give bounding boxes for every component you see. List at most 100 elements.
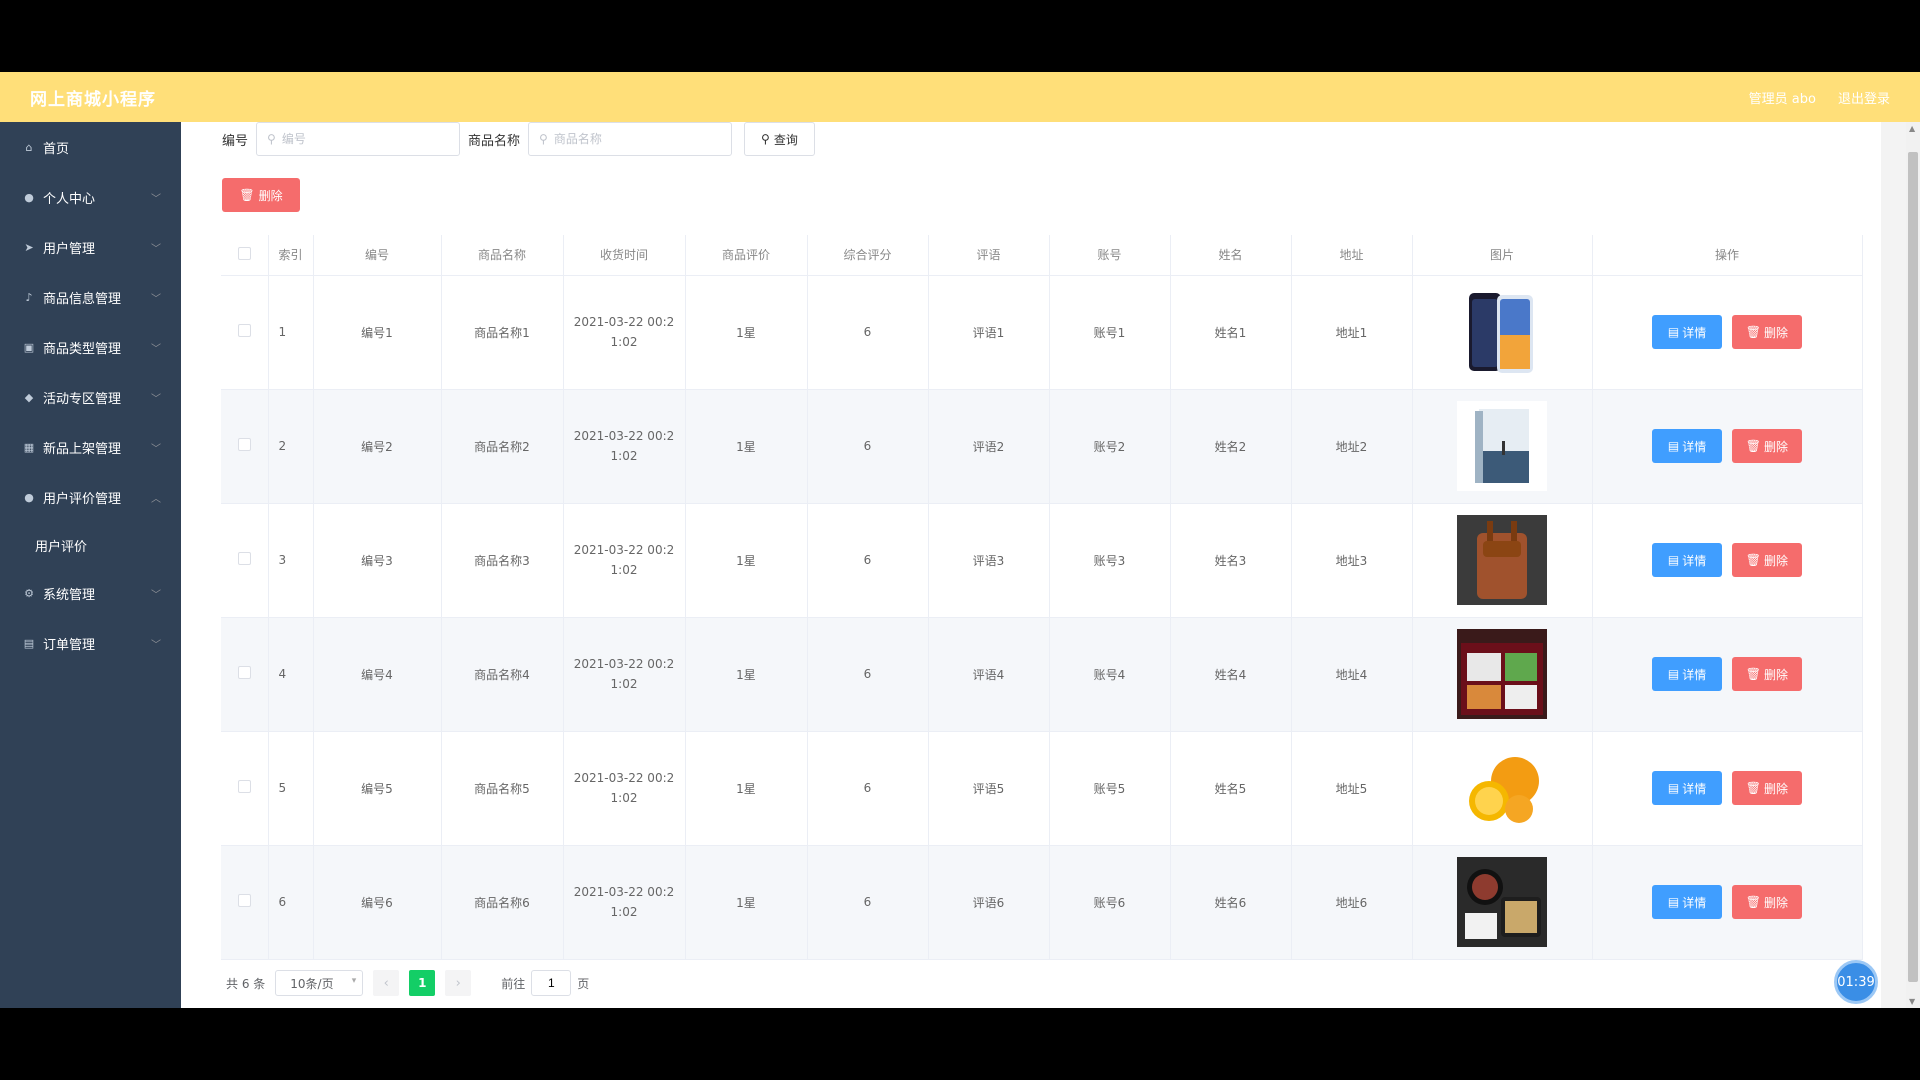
cell-rating: 1星	[685, 389, 808, 504]
settings-icon: ⚙	[24, 586, 34, 600]
query-button[interactable]: ⚲ 查询	[744, 122, 815, 156]
batch-delete-button[interactable]: 🗑 删除	[222, 178, 300, 212]
reviews-table: 索引 编号 商品名称 收货时间 商品评价 综合评分 评语 账号 姓名 地址 图片…	[221, 235, 1863, 960]
row-checkbox[interactable]	[237, 438, 251, 451]
column-header: 编号	[313, 235, 442, 276]
sidebar-item-label: 用户评价管理	[43, 491, 122, 507]
delete-button[interactable]: 🗑 删除	[1731, 543, 1802, 577]
detail-button[interactable]: ▤ 详情	[1652, 657, 1723, 691]
cell-actions: ▤ 详情 🗑 删除	[1592, 503, 1863, 618]
search-icon: ⚲	[539, 132, 548, 146]
detail-button[interactable]: ▤ 详情	[1652, 315, 1723, 349]
cell-comment: 评语6	[928, 845, 1050, 960]
detail-button[interactable]: ▤ 详情	[1652, 429, 1723, 463]
cell-image	[1412, 389, 1593, 504]
sidebar-item-label: 活动专区管理	[43, 391, 122, 407]
row-checkbox[interactable]	[237, 780, 251, 793]
page-size-select[interactable]: 10条/页 ▾	[275, 970, 364, 996]
cell-code: 编号3	[313, 503, 442, 618]
page-scrollbar[interactable]: ▲ ▼	[1906, 122, 1920, 1008]
cell-rating: 1星	[685, 731, 808, 846]
sidebar-item[interactable]: ♪ 商品信息管理 ﹀	[0, 272, 181, 322]
delete-button[interactable]: 🗑 删除	[1731, 429, 1802, 463]
cell-score: 6	[807, 389, 929, 504]
product-image	[1457, 629, 1547, 719]
sidebar-item[interactable]: ◆ 活动专区管理 ﹀	[0, 372, 181, 422]
delete-button[interactable]: 🗑 删除	[1731, 315, 1802, 349]
delete-button[interactable]: 🗑 删除	[1731, 657, 1802, 691]
row-select-cell[interactable]	[221, 389, 269, 504]
next-page-button[interactable]: ›	[445, 970, 472, 996]
row-select-cell[interactable]	[221, 617, 269, 732]
doc-icon: ▤	[1667, 439, 1680, 453]
logout-link[interactable]: 退出登录	[1838, 88, 1890, 107]
row-select-cell[interactable]	[221, 731, 269, 846]
row-checkbox[interactable]	[237, 324, 251, 337]
cell-score: 6	[807, 503, 929, 618]
table-row: 3 编号3 商品名称3 2021-03-22 00:2 1:02 1星 6 评语…	[221, 503, 1863, 618]
delete-label: 删除	[1764, 553, 1789, 568]
row-select-cell[interactable]	[221, 845, 269, 960]
sidebar-subitem-user-review[interactable]: 用户评价	[0, 522, 181, 568]
name-search-input[interactable]	[551, 131, 712, 147]
detail-button[interactable]: ▤ 详情	[1652, 771, 1723, 805]
chevron-up-icon: ︿	[151, 494, 161, 505]
delete-button[interactable]: 🗑 删除	[1731, 771, 1802, 805]
row-checkbox[interactable]	[237, 552, 251, 565]
cell-time: 2021-03-22 00:2 1:02	[563, 503, 686, 618]
user-icon: ●	[24, 190, 34, 204]
product-image	[1457, 515, 1547, 605]
select-all-cell[interactable]	[221, 235, 269, 276]
row-checkbox[interactable]	[237, 894, 251, 907]
column-header: 商品名称	[441, 235, 564, 276]
cell-name: 商品名称5	[441, 731, 564, 846]
detail-label: 详情	[1682, 325, 1707, 340]
cell-account: 账号5	[1049, 731, 1171, 846]
chevron-down-icon: ﹀	[151, 194, 161, 205]
goto-page: 前往 页	[501, 970, 589, 996]
row-select-cell[interactable]	[221, 503, 269, 618]
delete-label: 删除	[1764, 781, 1789, 796]
sidebar-item[interactable]: ▦ 新品上架管理 ﹀	[0, 422, 181, 472]
admin-label[interactable]: 管理员 abo	[1749, 88, 1816, 107]
doc-icon: ▤	[1667, 553, 1680, 567]
cell-image	[1412, 275, 1593, 390]
sidebar-item[interactable]: ⚙ 系统管理 ﹀	[0, 568, 181, 618]
user-icon: ●	[24, 490, 34, 504]
prev-page-button[interactable]: ‹	[373, 970, 400, 996]
delete-button[interactable]: 🗑 删除	[1731, 885, 1802, 919]
goto-page-input[interactable]	[531, 970, 572, 996]
current-page[interactable]: 1	[409, 970, 436, 996]
cell-actions: ▤ 详情 🗑 删除	[1592, 617, 1863, 732]
cell-person: 姓名3	[1170, 503, 1292, 618]
doc-icon: ▤	[1667, 781, 1680, 795]
scrollbar-thumb[interactable]	[1908, 152, 1918, 982]
chevron-down-icon: ﹀	[151, 394, 161, 405]
id-search-input[interactable]	[279, 131, 440, 147]
sidebar-item[interactable]: ● 用户评价管理 ︿	[0, 472, 181, 522]
detail-button[interactable]: ▤ 详情	[1652, 543, 1723, 577]
id-search-field[interactable]: ⚲	[256, 122, 461, 156]
sidebar-item[interactable]: ⌂ 首页	[0, 122, 181, 172]
sidebar-item[interactable]: ▣ 商品类型管理 ﹀	[0, 322, 181, 372]
cell-address: 地址5	[1291, 731, 1413, 846]
name-search-field[interactable]: ⚲	[528, 122, 733, 156]
cell-name: 商品名称4	[441, 617, 564, 732]
doc-icon: ▤	[1667, 895, 1680, 909]
cell-name: 商品名称3	[441, 503, 564, 618]
scroll-down-icon[interactable]: ▼	[1909, 997, 1915, 1006]
sidebar-item[interactable]: ➤ 用户管理 ﹀	[0, 222, 181, 272]
cell-account: 账号3	[1049, 503, 1171, 618]
cell-rating: 1星	[685, 275, 808, 390]
sidebar-item[interactable]: ● 个人中心 ﹀	[0, 172, 181, 222]
row-checkbox[interactable]	[237, 666, 251, 679]
cell-score: 6	[807, 731, 929, 846]
select-all-checkbox[interactable]	[237, 246, 251, 260]
row-select-cell[interactable]	[221, 275, 269, 390]
detail-button[interactable]: ▤ 详情	[1652, 885, 1723, 919]
scroll-up-icon[interactable]: ▲	[1909, 124, 1915, 133]
cell-time: 2021-03-22 00:2 1:02	[563, 389, 686, 504]
table-row: 1 编号1 商品名称1 2021-03-22 00:2 1:02 1星 6 评语…	[221, 275, 1863, 390]
sidebar: ⌂ 首页 ● 个人中心 ﹀ ➤ 用户管理 ﹀ ♪ 商品信息管理 ﹀ ▣ 商品类型管理 ﹀ ◆ 活动专区管理 ﹀ ▦…	[0, 122, 181, 1008]
sidebar-item[interactable]: ▤ 订单管理 ﹀	[0, 618, 181, 668]
